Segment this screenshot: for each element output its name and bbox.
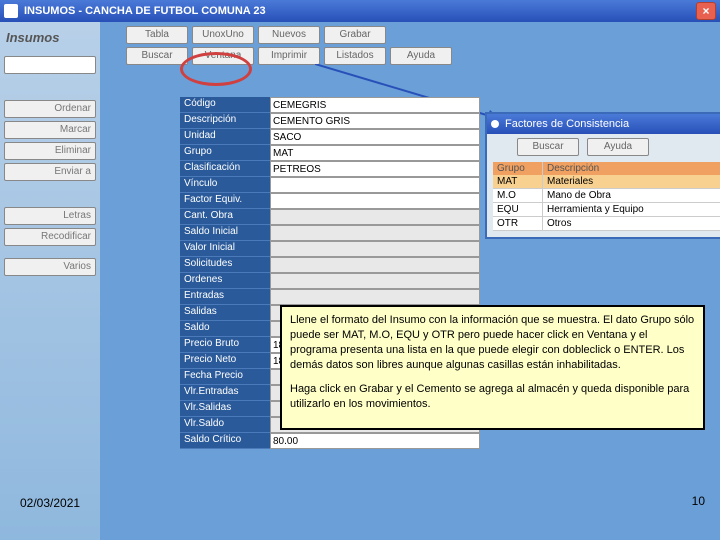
sidebar-eliminar[interactable]: Eliminar bbox=[4, 142, 96, 160]
titlebar: INSUMOS - CANCHA DE FUTBOL COMUNA 23 × bbox=[0, 0, 720, 22]
lbl-grupo: Grupo bbox=[180, 145, 270, 161]
unoxuno-button[interactable]: UnoxUno bbox=[192, 26, 254, 44]
clasificacion-field[interactable] bbox=[270, 161, 480, 177]
popup-header-row: Grupo Descripción bbox=[493, 162, 720, 175]
popup-h-desc: Descripción bbox=[543, 162, 720, 175]
saldoini-field bbox=[270, 225, 480, 241]
lbl-fprecio: Fecha Precio bbox=[180, 369, 270, 385]
popup-table: Grupo Descripción MAT Materiales M.O Man… bbox=[493, 162, 720, 231]
ayuda-button[interactable]: Ayuda bbox=[390, 47, 452, 65]
popup-row-equ[interactable]: EQU Herramienta y Equipo bbox=[493, 203, 720, 217]
lbl-vent: Vlr.Entradas bbox=[180, 385, 270, 401]
popup-icon bbox=[491, 120, 499, 128]
close-button[interactable]: × bbox=[696, 2, 716, 20]
content: Tabla UnoxUno Nuevos Grabar Buscar Venta… bbox=[100, 22, 720, 540]
lbl-descripcion: Descripción bbox=[180, 113, 270, 129]
sidebar-title: Insumos bbox=[4, 26, 96, 53]
sidebar-varios[interactable]: Varios bbox=[4, 258, 96, 276]
lbl-saldo: Saldo bbox=[180, 321, 270, 337]
lbl-codigo: Código bbox=[180, 97, 270, 113]
slide-number: 10 bbox=[692, 494, 705, 508]
lbl-factor: Factor Equiv. bbox=[180, 193, 270, 209]
listados-button[interactable]: Listados bbox=[324, 47, 386, 65]
lbl-solicitudes: Solicitudes bbox=[180, 257, 270, 273]
sidebar: Insumos Ordenar Marcar Eliminar Enviar a… bbox=[0, 22, 100, 540]
tabla-button[interactable]: Tabla bbox=[126, 26, 188, 44]
descripcion-field[interactable] bbox=[270, 113, 480, 129]
lbl-entradas: Entradas bbox=[180, 289, 270, 305]
popup-titlebar: Factores de Consistencia × bbox=[487, 114, 720, 134]
form-labels: Código Descripción Unidad Grupo Clasific… bbox=[180, 97, 270, 449]
lbl-salidas: Salidas bbox=[180, 305, 270, 321]
solicitudes-field bbox=[270, 257, 480, 273]
sidebar-blank[interactable] bbox=[4, 56, 96, 74]
lbl-vinculo: Vínculo bbox=[180, 177, 270, 193]
toolbar-row2: Buscar Ventana Imprimir Listados Ayuda bbox=[104, 47, 716, 65]
ventana-button[interactable]: Ventana bbox=[192, 47, 254, 65]
cantobra-field bbox=[270, 209, 480, 225]
lbl-pneto: Precio Neto bbox=[180, 353, 270, 369]
sidebar-marcar[interactable]: Marcar bbox=[4, 121, 96, 139]
popup-title-text: Factores de Consistencia bbox=[505, 118, 629, 130]
window-title: INSUMOS - CANCHA DE FUTBOL COMUNA 23 bbox=[24, 5, 266, 17]
ordenes-field bbox=[270, 273, 480, 289]
sidebar-ordenar[interactable]: Ordenar bbox=[4, 100, 96, 118]
popup: Factores de Consistencia × Buscar Ayuda … bbox=[485, 112, 720, 239]
date-label: 02/03/2021 bbox=[20, 496, 80, 510]
sidebar-letras[interactable]: Letras bbox=[4, 207, 96, 225]
lbl-cantobra: Cant. Obra bbox=[180, 209, 270, 225]
imprimir-button[interactable]: Imprimir bbox=[258, 47, 320, 65]
lbl-unidad: Unidad bbox=[180, 129, 270, 145]
sidebar-enviar[interactable]: Enviar a bbox=[4, 163, 96, 181]
lbl-pbruto: Precio Bruto bbox=[180, 337, 270, 353]
valorini-field bbox=[270, 241, 480, 257]
lbl-ordenes: Ordenes bbox=[180, 273, 270, 289]
codigo-field[interactable] bbox=[270, 97, 480, 113]
popup-buscar-button[interactable]: Buscar bbox=[517, 138, 579, 156]
popup-h-grupo: Grupo bbox=[493, 162, 543, 175]
scrit-field[interactable] bbox=[270, 433, 480, 449]
help-p1: Llene el formato del Insumo con la infor… bbox=[290, 313, 695, 372]
help-box: Llene el formato del Insumo con la infor… bbox=[280, 305, 705, 430]
grupo-field[interactable] bbox=[270, 145, 480, 161]
lbl-valorini: Valor Inicial bbox=[180, 241, 270, 257]
popup-row-otr[interactable]: OTR Otros bbox=[493, 217, 720, 231]
lbl-vsal: Vlr.Salidas bbox=[180, 401, 270, 417]
popup-row-mat[interactable]: MAT Materiales bbox=[493, 175, 720, 189]
sidebar-recodificar[interactable]: Recodificar bbox=[4, 228, 96, 246]
lbl-scrit: Saldo Crítico bbox=[180, 433, 270, 449]
lbl-clasificacion: Clasificación bbox=[180, 161, 270, 177]
popup-ayuda-button[interactable]: Ayuda bbox=[587, 138, 649, 156]
unidad-field[interactable] bbox=[270, 129, 480, 145]
lbl-vsaldo: Vlr.Saldo bbox=[180, 417, 270, 433]
grabar-button[interactable]: Grabar bbox=[324, 26, 386, 44]
factor-field[interactable] bbox=[270, 193, 480, 209]
nuevos-button[interactable]: Nuevos bbox=[258, 26, 320, 44]
entradas-field bbox=[270, 289, 480, 305]
help-p2: Haga click en Grabar y el Cemento se agr… bbox=[290, 382, 695, 412]
toolbar-row1: Tabla UnoxUno Nuevos Grabar bbox=[104, 26, 716, 44]
vinculo-field[interactable] bbox=[270, 177, 480, 193]
main: Insumos Ordenar Marcar Eliminar Enviar a… bbox=[0, 22, 720, 540]
app-icon bbox=[4, 4, 18, 18]
popup-toolbar: Buscar Ayuda bbox=[487, 134, 720, 160]
popup-row-mo[interactable]: M.O Mano de Obra bbox=[493, 189, 720, 203]
lbl-saldoini: Saldo Inicial bbox=[180, 225, 270, 241]
buscar-button[interactable]: Buscar bbox=[126, 47, 188, 65]
